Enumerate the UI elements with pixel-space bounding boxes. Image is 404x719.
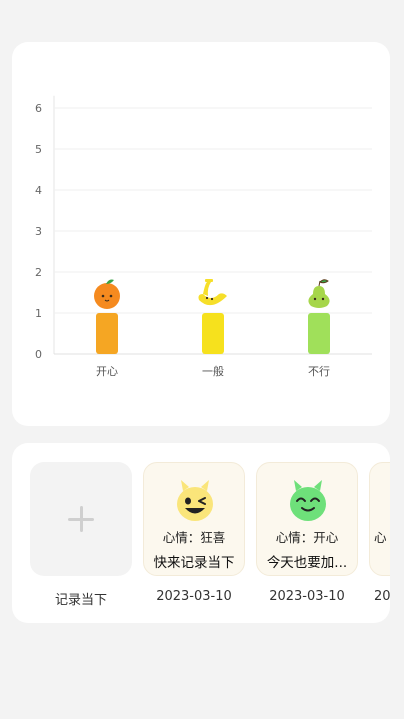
y-tick-label: 5	[35, 143, 42, 156]
happy-green-face-icon	[290, 480, 326, 521]
winking-yellow-face-icon	[177, 480, 213, 521]
banana-icon	[198, 279, 227, 306]
mood-label: 心	[374, 530, 387, 545]
bar-开心	[96, 313, 118, 354]
y-tick-label: 3	[35, 225, 42, 238]
mood-chart-card: 0 1 2 3 4 5 6 开心 一般 不行	[12, 42, 390, 426]
mood-records-card: 记录当下 心情：狂喜 快来记录当下 2023-03-10 心情：开心 今天也要加…	[12, 443, 390, 623]
y-tick-label: 2	[35, 266, 42, 279]
y-tick-label: 4	[35, 184, 42, 197]
y-tick-label: 1	[35, 307, 42, 320]
mood-record-card[interactable]: 心情：开心 今天也要加...	[256, 462, 358, 576]
mood-bar-chart: 0 1 2 3 4 5 6 开心 一般 不行	[35, 95, 372, 378]
mood-record-card[interactable]: 心情：狂喜 快来记录当下	[143, 462, 245, 576]
record-date: 2023-03-10	[156, 589, 232, 604]
record-date: 20	[374, 589, 390, 604]
y-tick-label: 6	[35, 102, 42, 115]
x-category-label: 一般	[202, 365, 224, 378]
mood-record-card[interactable]: 心	[369, 462, 390, 576]
pear-icon	[308, 279, 330, 308]
mood-note: 今天也要加...	[266, 555, 348, 571]
bar-不行	[308, 313, 330, 354]
bar-一般	[202, 313, 224, 354]
record-date: 2023-03-10	[269, 589, 345, 604]
x-category-label: 不行	[308, 365, 330, 378]
add-record-caption: 记录当下	[54, 593, 107, 608]
orange-icon	[94, 279, 120, 309]
mood-label: 心情：开心	[275, 530, 339, 545]
mood-label: 心情：狂喜	[162, 530, 226, 545]
x-category-label: 开心	[96, 365, 118, 378]
mood-note: 快来记录当下	[153, 555, 235, 571]
add-record-button[interactable]	[30, 462, 132, 576]
y-tick-label: 0	[35, 348, 42, 361]
